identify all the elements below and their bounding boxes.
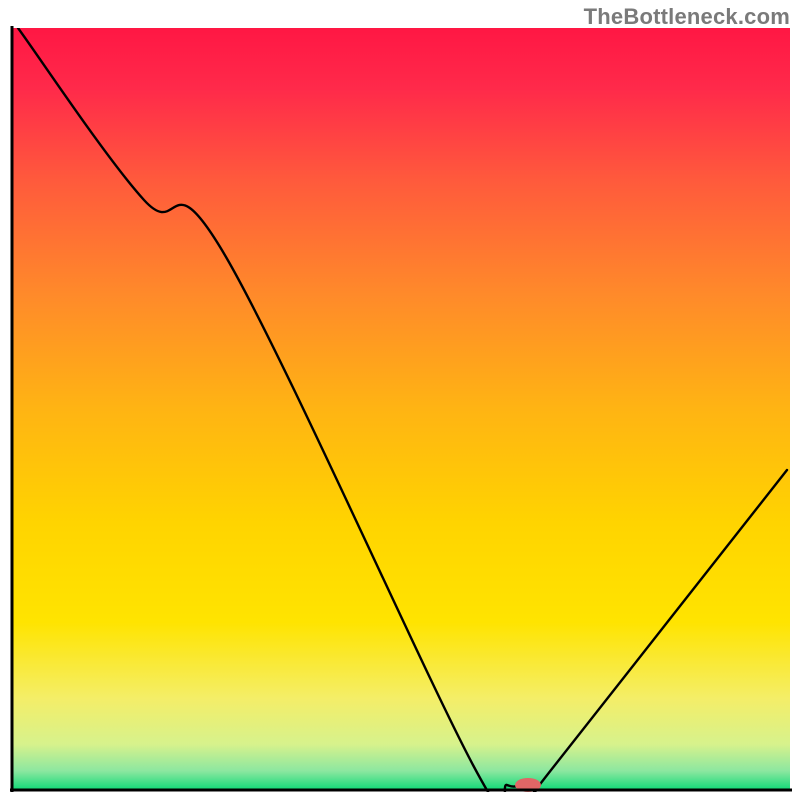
watermark-text: TheBottleneck.com <box>584 4 790 30</box>
bottleneck-chart: TheBottleneck.com <box>0 0 800 800</box>
chart-svg <box>0 0 800 800</box>
gradient-background <box>12 28 790 790</box>
